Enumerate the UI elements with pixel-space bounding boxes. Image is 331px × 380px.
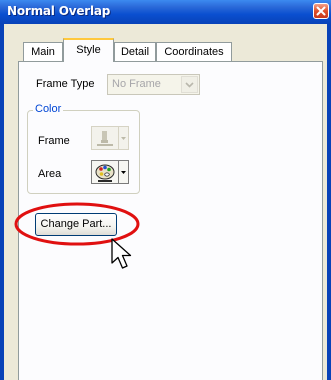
- mouse-cursor-icon: [111, 238, 132, 269]
- area-color-picker[interactable]: [91, 160, 129, 184]
- frame-color-label: Frame: [38, 135, 70, 147]
- color-group-legend: Color: [33, 103, 64, 115]
- chevron-down-icon: [121, 171, 126, 174]
- area-color-label: Area: [38, 168, 62, 180]
- chevron-down-icon: [121, 137, 126, 140]
- frame-type-value: No Frame: [112, 78, 161, 90]
- change-part-button[interactable]: Change Part...: [35, 213, 117, 236]
- frame-type-label: Frame Type: [36, 78, 95, 90]
- frame-type-select[interactable]: No Frame: [107, 74, 200, 95]
- palette-icon: [95, 164, 115, 182]
- line-color-icon: [97, 131, 113, 146]
- dialog-window: Normal Overlap Main Style Detail Coordin…: [0, 0, 331, 380]
- frame-color-picker[interactable]: [91, 126, 129, 150]
- chevron-down-icon: [181, 76, 198, 93]
